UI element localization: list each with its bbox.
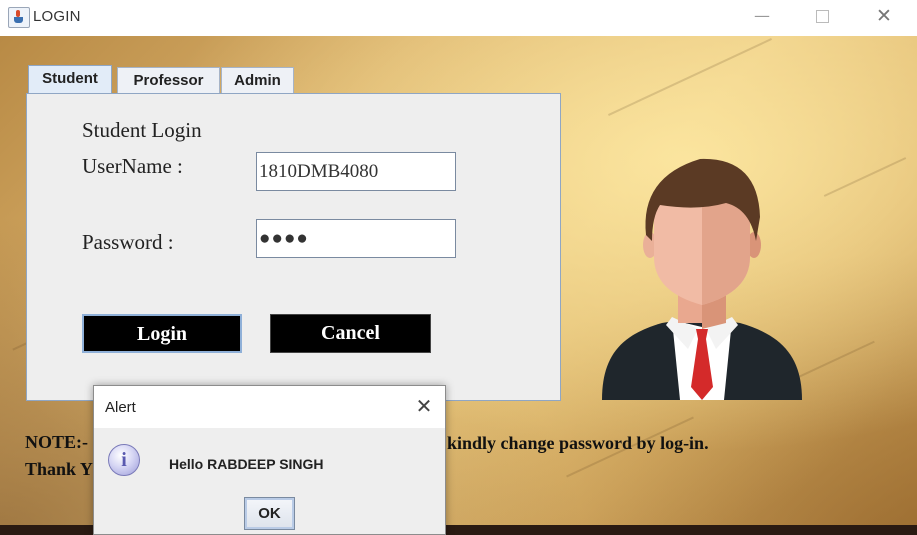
username-input[interactable] bbox=[256, 152, 456, 191]
note-thanks-text: Thank Y bbox=[25, 459, 93, 479]
java-app-icon-steam bbox=[16, 10, 20, 17]
ok-button[interactable]: OK bbox=[244, 497, 295, 530]
password-input[interactable]: ●●●● bbox=[256, 219, 456, 258]
user-avatar-illustration bbox=[602, 158, 802, 400]
login-button[interactable]: Login bbox=[82, 314, 242, 353]
student-login-panel: Student Login UserName : Password : ●●●●… bbox=[26, 93, 561, 401]
note-password-text: kindly change password by log-in. bbox=[447, 433, 709, 453]
maximize-icon bbox=[816, 10, 829, 23]
java-app-icon-cup bbox=[14, 17, 23, 23]
username-label: UserName : bbox=[82, 154, 183, 178]
minimize-button[interactable]: — bbox=[739, 0, 785, 34]
note-label: NOTE:- bbox=[25, 432, 88, 452]
tab-professor[interactable]: Professor bbox=[117, 67, 220, 93]
close-button[interactable]: ✕ bbox=[861, 0, 907, 34]
window-title: LOGIN bbox=[33, 8, 81, 25]
alert-dialog: Alert ✕ i Hello RABDEEP SINGH OK bbox=[93, 385, 446, 535]
alert-titlebar: Alert ✕ bbox=[94, 386, 445, 428]
info-icon: i bbox=[108, 444, 140, 476]
password-label: Password : bbox=[82, 230, 174, 254]
maximize-button[interactable] bbox=[798, 0, 844, 34]
alert-close-button[interactable]: ✕ bbox=[412, 394, 436, 418]
window-titlebar: LOGIN — ✕ bbox=[0, 0, 917, 36]
java-app-icon bbox=[8, 7, 30, 28]
tab-student[interactable]: Student bbox=[28, 65, 112, 94]
alert-title: Alert bbox=[105, 399, 136, 416]
tab-admin[interactable]: Admin bbox=[221, 67, 294, 93]
alert-message: Hello RABDEEP SINGH bbox=[169, 456, 324, 472]
panel-heading: Student Login bbox=[82, 118, 202, 142]
cancel-button[interactable]: Cancel bbox=[270, 314, 431, 353]
